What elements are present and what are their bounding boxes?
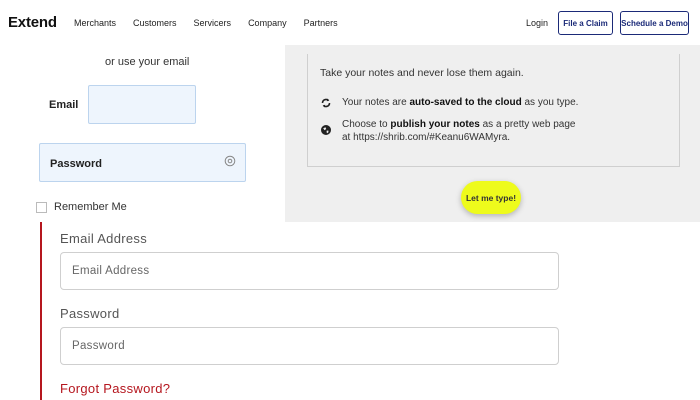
schedule-demo-button[interactable]: Schedule a Demo [620,11,689,35]
notes-intro: Take your notes and never lose them agai… [320,67,524,79]
login-link[interactable]: Login [526,18,548,28]
remember-me[interactable]: Remember Me [36,201,127,213]
nav-link-company[interactable]: Company [248,18,287,28]
nav-links: Merchants Customers Servicers Company Pa… [74,18,355,28]
email-address-label: Email Address [60,231,147,246]
forgot-password-link[interactable]: Forgot Password? [60,381,170,396]
feature-autosave: Your notes are auto-saved to the cloud a… [320,96,582,109]
remember-me-label: Remember Me [54,201,127,213]
form-accent-bar [40,222,42,400]
file-claim-button[interactable]: File a Claim [558,11,613,35]
nav-link-merchants[interactable]: Merchants [74,18,116,28]
show-password-icon[interactable] [224,155,236,167]
password-input[interactable]: Password [60,327,559,365]
email-label: Email [49,99,79,111]
top-nav: Extend Merchants Customers Servicers Com… [0,0,700,45]
logo[interactable]: Extend [8,14,57,31]
nav-link-partners[interactable]: Partners [304,18,338,28]
password-label: Password [50,158,102,170]
sync-icon [321,98,331,108]
nav-link-servicers[interactable]: Servicers [194,18,232,28]
notes-panel: Take your notes and never lose them agai… [285,45,700,222]
notes-card: Take your notes and never lose them agai… [307,54,680,167]
feature-publish-text: Choose to publish your notes as a pretty… [342,119,576,143]
remember-me-checkbox[interactable] [36,201,47,213]
feature-autosave-text: Your notes are auto-saved to the cloud a… [342,97,579,108]
email-address-input[interactable]: Email Address [60,252,559,290]
password-field[interactable]: Password [39,143,246,182]
nav-link-customers[interactable]: Customers [133,18,177,28]
globe-icon [321,125,331,135]
or-use-email-text: or use your email [105,56,190,68]
password-label-large: Password [60,306,120,321]
let-me-type-button[interactable]: Let me type! [461,181,521,214]
feature-publish: Choose to publish your notes as a pretty… [320,118,582,144]
email-field[interactable] [88,85,196,124]
